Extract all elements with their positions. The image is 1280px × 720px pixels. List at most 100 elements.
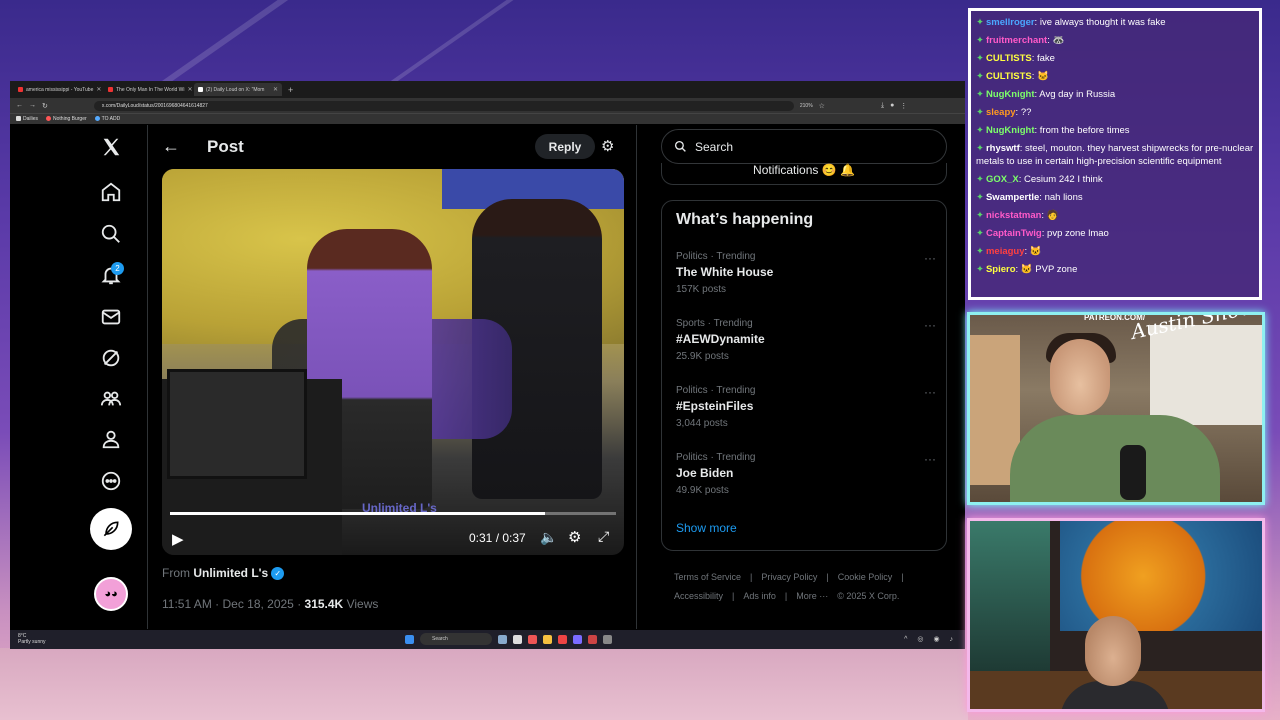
chat-message: ✦ Spiero: 🐱 PVP zone [976,264,1078,275]
post-timestamp[interactable]: 11:51 AM · Dec 18, 2025 · [162,597,305,611]
back-icon[interactable]: ← [16,102,23,109]
home-icon[interactable] [97,178,125,206]
x-logo-icon[interactable] [97,133,125,161]
footer-link[interactable]: Cookie Policy [838,572,893,582]
compose-post-button[interactable] [90,508,132,550]
download-icon[interactable]: ⤓ [881,102,884,110]
app-icon[interactable] [498,634,507,644]
post-header: ← Post Reply ⚙ [148,125,636,167]
chat-text: 🧑 [1046,210,1059,221]
copyright: © 2025 X Corp. [837,591,900,601]
browser-tab-active[interactable]: (2) Daily Loud on X: "Mom ✕ [194,83,282,96]
new-tab-icon[interactable]: + [288,85,293,95]
search-input[interactable]: Search [661,129,947,164]
close-icon[interactable]: ✕ [187,86,192,93]
footer-link[interactable]: Privacy Policy [761,572,817,582]
chat-badge-icon: ✦ [976,17,984,28]
profile-icon[interactable] [97,425,125,453]
discord-icon[interactable] [573,634,582,644]
notifications-card: Notifications 😊 🔔 [661,163,947,185]
chat-text: nah lions [1044,192,1083,203]
chat-username[interactable]: CULTISTS [986,71,1032,82]
chat-username[interactable]: meiaguy [986,246,1025,257]
webcam-streamer: PATREON.COM/ Austin Show [967,312,1265,505]
chat-username[interactable]: Swampertle [986,192,1039,203]
more-options-icon[interactable]: ··· [924,385,936,399]
video-frame-monitor [167,369,307,479]
trend-item[interactable]: Politics · Trending The White House 157K… [676,251,936,295]
more-options-icon[interactable]: ··· [924,452,936,466]
footer-link[interactable]: Terms of Service [674,572,741,582]
app-icon[interactable] [558,634,567,644]
settings-icon[interactable]: ⚙ [568,528,581,546]
chat-message: ✦ meiaguy: 🐱 [976,246,1042,257]
chat-username[interactable]: NugKnight [986,125,1035,136]
more-options-icon[interactable]: ··· [924,251,936,265]
chat-username[interactable]: nickstatman [986,210,1041,221]
avatar[interactable]: ◕◕ [94,577,128,611]
cam-person-head [1085,616,1141,686]
chat-username[interactable]: CULTISTS [986,53,1032,64]
bookmark-item[interactable]: Dailies [16,116,38,122]
chat-username[interactable]: GOX_X [986,174,1019,185]
footer-link[interactable]: Accessibility [674,591,723,601]
bookmark-item[interactable]: TO ADD [94,116,120,122]
notifications-icon[interactable]: 2 [97,261,125,289]
app-icon[interactable] [513,634,522,644]
sliders-icon[interactable]: ⚙ [601,137,614,155]
taskbar-search[interactable]: Search [420,633,492,645]
more-options-icon[interactable]: ··· [924,318,936,332]
chat-username[interactable]: rhyswtf [986,143,1020,154]
footer-separator: | [784,591,788,601]
chat-username[interactable]: CaptainTwig [986,228,1042,239]
search-icon[interactable] [97,220,125,248]
more-icon[interactable] [97,467,125,495]
profile-icon[interactable]: ● [890,102,894,109]
trend-item[interactable]: Sports · Trending #AEWDynamite 25.9K pos… [676,318,936,362]
trend-item[interactable]: Politics · Trending #EpsteinFiles 3,044 … [676,385,936,429]
folder-icon[interactable] [543,634,552,644]
video-progress-track[interactable] [170,512,616,515]
app-icon[interactable] [528,634,537,644]
messages-icon[interactable] [97,303,125,331]
back-arrow-icon[interactable]: ← [162,136,180,157]
weather-widget[interactable]: 8°C Partly sunny [18,633,46,645]
play-icon[interactable]: ▶ [172,530,184,548]
reload-icon[interactable]: ↻ [42,102,48,110]
menu-icon[interactable]: ⋮ [900,102,907,110]
bookmark-item[interactable]: Nothing Burger [46,116,87,122]
footer-separator: | [732,591,735,601]
volume-icon[interactable]: 🔈 [540,529,557,546]
windows-start-icon[interactable] [405,634,414,644]
forward-icon[interactable]: → [29,102,36,109]
trend-item[interactable]: Politics · Trending Joe Biden 49.9K post… [676,452,936,496]
close-icon[interactable]: ✕ [273,86,278,93]
source-name[interactable]: Unlimited L's [193,566,268,580]
browser-tab[interactable]: The Only Man In The World Wi ✕ [104,83,192,96]
chat-username[interactable]: smellroger [986,17,1035,28]
footer-link[interactable]: Ads info [743,591,776,601]
reply-button[interactable]: Reply [535,134,595,159]
chat-username[interactable]: fruitmerchant [986,35,1047,46]
chat-username[interactable]: NugKnight [986,89,1035,100]
app-icon[interactable] [588,634,597,644]
footer-link[interactable]: More ··· [796,591,828,601]
url-input[interactable]: x.com/DailyLoud/status/20016968046416148… [93,100,794,111]
grok-icon[interactable] [97,344,125,372]
close-icon[interactable]: ✕ [96,86,101,93]
communities-icon[interactable] [97,385,125,413]
app-icon[interactable] [603,634,612,644]
system-tray[interactable]: ^ ◎ ◉ ♪ [904,635,957,643]
chat-username[interactable]: Spiero [986,264,1016,275]
show-more-link[interactable]: Show more [676,521,737,535]
fullscreen-icon[interactable]: ⤢ [598,528,609,545]
chat-username[interactable]: sleapy [986,107,1016,118]
x-page: 2 ◕◕ ← Post Reply ⚙ Unlimited L's ▶ 0:31… [10,125,965,629]
browser-tab[interactable]: america mississippi - YouTube ✕ [14,83,102,96]
video-player[interactable]: Unlimited L's ▶ 0:31 / 0:37 🔈 ⚙ ⤢ [162,169,624,555]
star-icon[interactable]: ☆ [819,102,825,110]
chat-text: 🐱 PVP zone [1020,264,1078,275]
webcam-guest [967,518,1265,712]
chat-text: 🦝 [1052,35,1065,46]
zoom-level[interactable]: 210% [800,103,813,109]
